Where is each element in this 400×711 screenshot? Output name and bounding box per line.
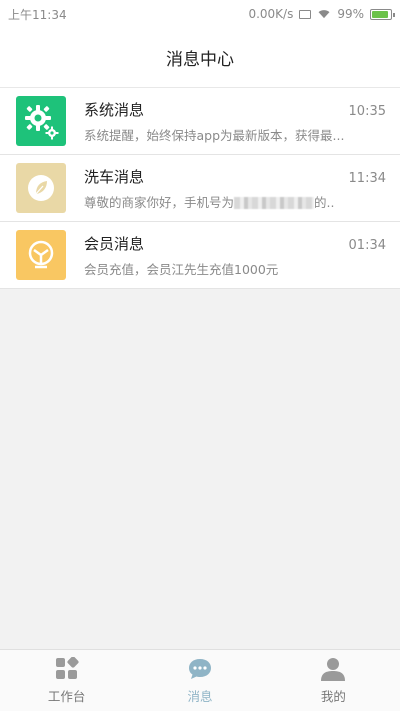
bottom-tab-bar: 工作台 消息 我的 xyxy=(0,649,400,711)
member-icon xyxy=(28,240,54,269)
sim-icon xyxy=(299,9,312,19)
user-icon xyxy=(321,657,346,681)
tab-label: 消息 xyxy=(187,688,213,704)
status-indicators: 0.00K/s 99% xyxy=(248,7,395,21)
tab-label: 工作台 xyxy=(47,688,86,704)
message-preview: 会员充值，会员江先生充值1000元 xyxy=(84,261,279,277)
message-preview-suffix: 的.. xyxy=(314,194,335,210)
system-message-icon xyxy=(16,96,66,146)
message-preview: 尊敬的商家你好，手机号为 的.. xyxy=(84,192,386,211)
message-list: 系统消息 10:35 系统提醒，始终保持app为最新版本，获得最... 洗车消息… xyxy=(0,88,400,289)
member-message-icon xyxy=(16,230,66,280)
message-title: 会员消息 xyxy=(84,234,145,253)
net-speed: 0.00K/s xyxy=(248,7,294,21)
message-item-member[interactable]: 会员消息 01:34 会员充值，会员江先生充值1000元 xyxy=(0,222,400,289)
redacted-phone-number xyxy=(234,197,315,209)
message-item-system[interactable]: 系统消息 10:35 系统提醒，始终保持app为最新版本，获得最... xyxy=(0,88,400,155)
status-bar: 上午11:34 0.00K/s 99% xyxy=(0,0,400,28)
message-preview: 系统提醒，始终保持app为最新版本，获得最... xyxy=(84,127,345,143)
chat-icon xyxy=(188,658,211,679)
message-preview-prefix: 尊敬的商家你好，手机号为 xyxy=(84,194,235,210)
tab-profile[interactable]: 我的 xyxy=(267,650,400,711)
gear-icon xyxy=(25,105,59,140)
leaf-icon xyxy=(28,175,54,201)
message-body: 会员消息 01:34 会员充值，会员江先生充值1000元 xyxy=(84,233,386,278)
page-title: 消息中心 xyxy=(166,50,234,70)
grid-icon xyxy=(55,656,79,679)
status-time: 上午11:34 xyxy=(8,7,67,22)
message-item-carwash[interactable]: 洗车消息 11:34 尊敬的商家你好，手机号为 的.. xyxy=(0,155,400,222)
message-title: 系统消息 xyxy=(84,100,145,119)
battery-percent: 99% xyxy=(337,7,364,21)
message-body: 系统消息 10:35 系统提醒，始终保持app为最新版本，获得最... xyxy=(84,99,386,144)
message-title: 洗车消息 xyxy=(84,167,145,186)
tab-workbench[interactable]: 工作台 xyxy=(0,650,133,711)
message-time: 01:34 xyxy=(348,237,386,253)
message-time: 10:35 xyxy=(348,103,386,119)
page-header: 消息中心 xyxy=(0,28,400,88)
battery-icon xyxy=(370,8,395,20)
carwash-message-icon xyxy=(16,163,66,213)
tab-messages[interactable]: 消息 xyxy=(133,650,266,711)
wifi-icon xyxy=(318,10,330,19)
tab-label: 我的 xyxy=(320,688,346,704)
message-time: 11:34 xyxy=(348,170,386,186)
message-body: 洗车消息 11:34 尊敬的商家你好，手机号为 的.. xyxy=(84,166,386,211)
